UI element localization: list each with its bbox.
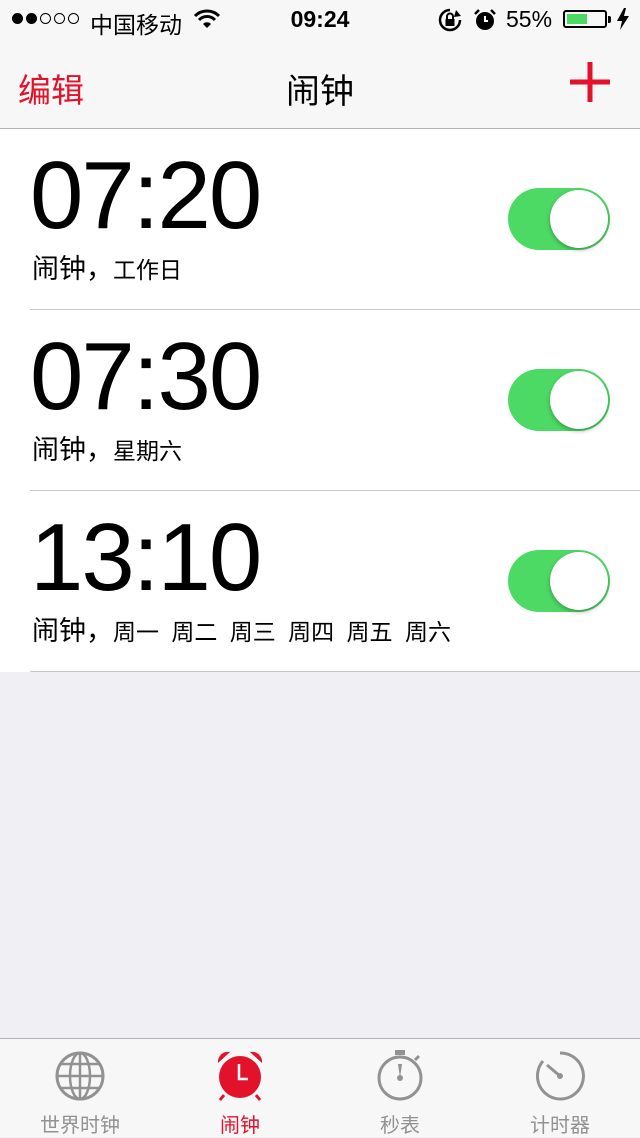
alarm-time: 07:30 xyxy=(30,323,262,430)
add-alarm-button[interactable] xyxy=(568,60,612,104)
tab-world-clock[interactable]: 世界时钟 xyxy=(0,1039,160,1137)
alarm-toggle[interactable] xyxy=(508,188,610,250)
tab-timer[interactable]: 计时器 xyxy=(480,1039,640,1137)
alarm-row[interactable]: 07:20 闹钟，工作日 xyxy=(0,129,640,310)
stopwatch-icon xyxy=(377,1050,423,1101)
alarm-repeat: 工作日 xyxy=(113,257,182,283)
alarm-time: 07:20 xyxy=(30,142,262,249)
battery-icon xyxy=(563,10,611,28)
timer-icon xyxy=(535,1051,585,1101)
alarm-label: 闹钟，工作日 xyxy=(32,247,182,286)
alarm-time: 13:10 xyxy=(30,504,262,611)
alarm-label: 闹钟，周一 周二 周三 周四 周五 周六 xyxy=(32,609,451,648)
tab-label: 秒表 xyxy=(380,1115,420,1137)
navigation-bar: 编辑 闹钟 xyxy=(0,40,640,129)
tab-label: 计时器 xyxy=(530,1115,590,1137)
tab-label: 闹钟 xyxy=(220,1115,260,1137)
tab-alarm[interactable]: 闹钟 xyxy=(160,1039,320,1137)
alarm-status-icon xyxy=(474,9,496,30)
globe-icon xyxy=(55,1051,105,1101)
alarm-toggle[interactable] xyxy=(508,550,610,612)
alarm-name: 闹钟， xyxy=(32,254,113,284)
page-title: 闹钟 xyxy=(286,73,354,111)
toggle-knob xyxy=(550,190,608,248)
alarm-repeat: 星期六 xyxy=(113,438,182,464)
alarm-label: 闹钟，星期六 xyxy=(32,428,182,467)
charging-bolt-icon xyxy=(617,8,629,30)
alarm-name: 闹钟， xyxy=(32,616,113,646)
toggle-knob xyxy=(550,552,608,610)
alarm-row[interactable]: 07:30 闹钟，星期六 xyxy=(0,310,640,491)
alarm-name: 闹钟， xyxy=(32,435,113,465)
alarm-row[interactable]: 13:10 闹钟，周一 周二 周三 周四 周五 周六 xyxy=(0,491,640,672)
battery-percent: 55% xyxy=(506,6,553,32)
toggle-knob xyxy=(550,371,608,429)
alarm-toggle[interactable] xyxy=(508,369,610,431)
row-separator xyxy=(30,671,640,672)
alarm-repeat: 周一 周二 周三 周四 周五 周六 xyxy=(113,619,451,645)
tab-stopwatch[interactable]: 秒表 xyxy=(320,1039,480,1137)
tab-bar: 世界时钟 闹钟 秒表 计时器 xyxy=(0,1038,640,1137)
rotation-lock-icon xyxy=(438,8,462,32)
alarm-clock-icon xyxy=(217,1051,263,1101)
tab-label: 世界时钟 xyxy=(40,1115,120,1137)
status-bar: 中国移动 09:24 55% xyxy=(0,0,640,40)
alarm-list: 07:20 闹钟，工作日 07:30 闹钟，星期六 13:10 闹钟，周一 周二… xyxy=(0,129,640,672)
